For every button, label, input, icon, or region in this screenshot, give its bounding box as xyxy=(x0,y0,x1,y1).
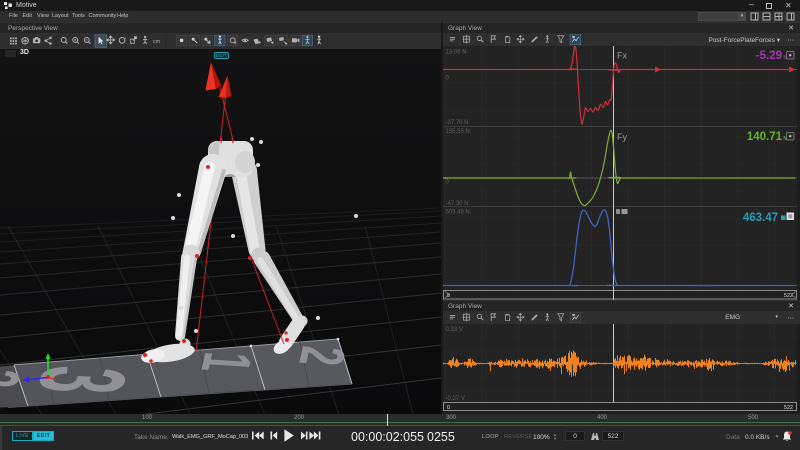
svg-text:-37.70 N: -37.70 N xyxy=(446,120,469,126)
svg-text:0.33 V: 0.33 V xyxy=(446,327,463,333)
svg-text:Fx: Fx xyxy=(617,51,627,61)
svg-text:0: 0 xyxy=(447,405,450,411)
svg-text:Fy: Fy xyxy=(617,132,627,142)
svg-text:463.47: 463.47 xyxy=(743,212,778,224)
svg-text:503.49 N: 503.49 N xyxy=(446,210,470,216)
svg-text:140.71: 140.71 xyxy=(747,131,783,143)
svg-text:522: 522 xyxy=(784,293,793,299)
svg-text:-0.27 V: -0.27 V xyxy=(446,396,465,402)
svg-text:-5.29: -5.29 xyxy=(756,50,782,62)
svg-text:-47.30 N: -47.30 N xyxy=(446,201,469,207)
svg-text:522: 522 xyxy=(784,405,793,411)
svg-text:cm: cm xyxy=(153,39,161,45)
svg-text:13.08 N: 13.08 N xyxy=(446,50,467,56)
svg-text:155.55 N: 155.55 N xyxy=(446,129,470,135)
